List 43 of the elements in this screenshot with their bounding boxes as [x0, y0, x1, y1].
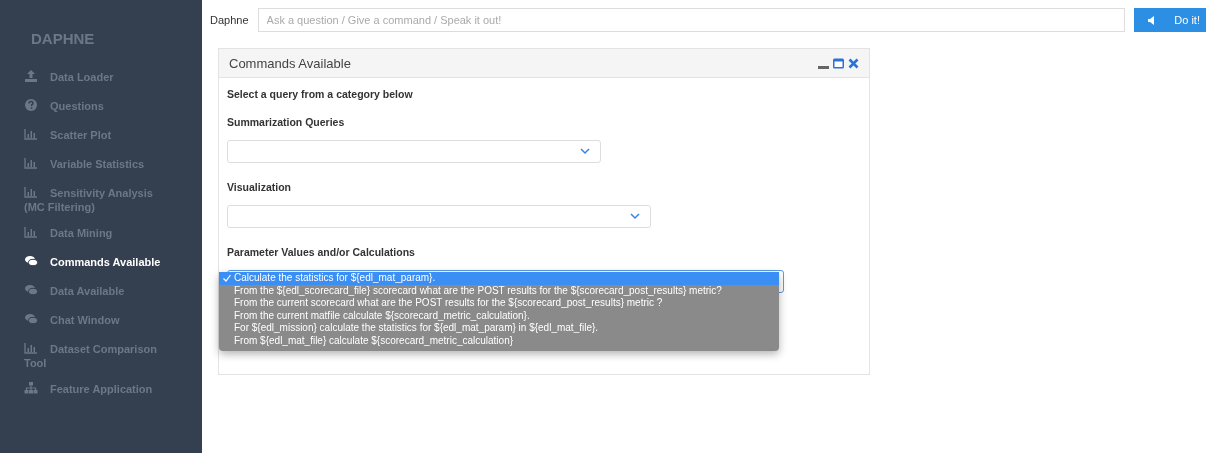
dropdown-option[interactable]: From ${edl_mat_file} calculate ${scorecard_metric_calculation} — [219, 334, 779, 347]
chart-icon — [24, 225, 38, 239]
sidebar-item[interactable]: Commands Available — [0, 254, 202, 272]
chevron-down-icon — [630, 213, 640, 220]
command-field[interactable]: Ask a question / Give a command / Speak it out! — [257, 8, 1126, 32]
chart-icon — [24, 127, 38, 141]
sidebar-item[interactable]: Data Available — [0, 283, 202, 301]
category-label: Visualization — [227, 181, 292, 193]
speaker-icon — [1148, 15, 1157, 25]
chart-icon — [24, 185, 38, 199]
comments-icon — [24, 312, 38, 326]
comments-icon — [24, 254, 38, 268]
comments-icon — [24, 283, 38, 297]
sidebar-item[interactable]: Variable Statistics — [0, 156, 202, 174]
sidebar-item[interactable]: Chat Window — [0, 312, 202, 330]
close-icon[interactable] — [848, 57, 859, 69]
sidebar-item[interactable]: Sensitivity Analysis (MC Filtering) — [0, 185, 202, 214]
sidebar-item[interactable]: Data Loader — [0, 69, 202, 87]
chart-icon — [24, 156, 38, 170]
sidebar-item[interactable]: Feature Application — [0, 381, 202, 399]
upload-icon — [24, 69, 38, 83]
sidebar-item[interactable]: Data Mining — [0, 225, 202, 243]
dropdown-option[interactable]: From the current matfile calculate ${scorecard_metric_calculation}. — [219, 309, 779, 322]
category-label: Parameter Values and/or Calculations — [227, 246, 416, 258]
field-label: Daphne — [210, 14, 249, 26]
dropdown-option[interactable]: Calculate the statistics for ${edl_mat_param}. — [219, 272, 779, 285]
instruction-text: Select a query from a category below — [227, 88, 414, 100]
question-icon — [24, 98, 38, 112]
sidebar-item[interactable]: Scatter Plot — [0, 127, 202, 145]
category-label: Summarization Queries — [227, 116, 346, 128]
sidebar-item[interactable]: Dataset Comparison Tool — [0, 341, 202, 370]
dropdown-option[interactable]: From the ${edl_scorecard_file} scorecard what are the POST results for the ${scorecard_post_results} metric? — [219, 284, 779, 297]
do-it-button[interactable]: Do it! — [1134, 8, 1206, 32]
panel-title: Commands Available — [229, 55, 351, 71]
sidebar-item[interactable]: Questions — [0, 98, 202, 116]
maximize-icon[interactable] — [833, 57, 844, 69]
check-icon — [223, 274, 231, 283]
dropdown-option[interactable]: From the current scorecard what are the POST results for the ${scorecard_post_results} metric ? — [219, 297, 779, 310]
chart-icon — [24, 341, 38, 355]
chevron-down-icon — [580, 148, 590, 155]
dropdown-option[interactable]: For ${edl_mission} calculate the statistics for ${edl_mat_param} in ${edl_mat_file}. — [219, 322, 779, 335]
app-title: DAPHNE — [31, 30, 96, 47]
sitemap-icon — [24, 381, 38, 395]
